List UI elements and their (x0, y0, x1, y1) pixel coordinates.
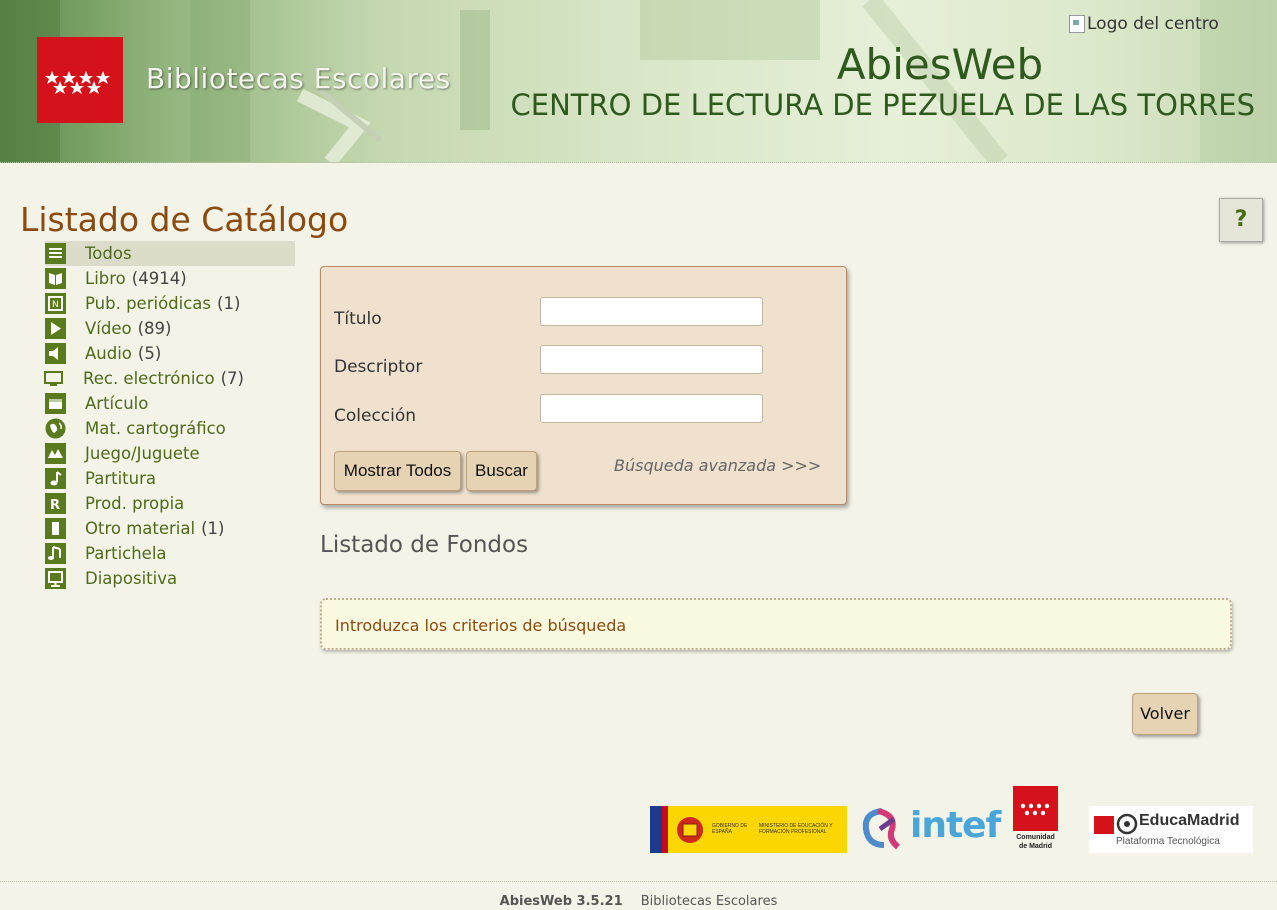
sidebar-item-count: (7) (220, 369, 244, 388)
cm-red-square (1013, 786, 1058, 831)
sidebar-item-articulo[interactable]: Artículo (45, 391, 295, 416)
gob-text-1: GOBIERNO DE ESPAÑA (712, 823, 748, 835)
sidebar-item-partichela[interactable]: Partichela (45, 541, 295, 566)
svg-text:N: N (52, 300, 59, 310)
sidebar-item-count: (1) (201, 519, 225, 538)
stars-icon (45, 71, 110, 94)
results-title: Listado de Fondos (320, 532, 529, 558)
music-note-icon (45, 468, 66, 489)
book-icon (45, 268, 66, 289)
stars-icon (1020, 803, 1050, 816)
cm-text: Comunidad de Madrid (1016, 834, 1055, 850)
sidebar-item-label: Libro (85, 269, 126, 288)
educa-gear-icon (1116, 813, 1138, 835)
sidebar-item-label: Rec. electrónico (83, 369, 215, 388)
search-notice: Introduzca los criterios de búsqueda (320, 598, 1232, 650)
article-icon (45, 393, 66, 414)
intef-text: intef (910, 805, 1001, 846)
sidebar-item-label: Partichela (85, 544, 167, 563)
game-icon (45, 443, 66, 464)
slide-icon (45, 568, 66, 589)
sidebar-item-label: Juego/Juguete (85, 444, 200, 463)
search-form: Título Descriptor Colección Mostrar Todo… (320, 266, 847, 505)
coleccion-label: Colección (334, 406, 417, 426)
monitor-icon (43, 368, 64, 389)
advanced-search-link[interactable]: Búsqueda avanzada >>> (614, 456, 821, 475)
footer-version: AbiesWeb 3.5.21 (499, 894, 623, 909)
sidebar-item-label: Todos (85, 244, 132, 263)
sidebar-item-otro-material[interactable]: Otro material (1) (45, 516, 295, 541)
sidebar-item-label: Artículo (85, 394, 149, 413)
sidebar-item-partitura[interactable]: Partitura (45, 466, 295, 491)
search-button[interactable]: Buscar (466, 451, 537, 491)
educa-text: EducaMadrid (1139, 812, 1240, 829)
descriptor-input[interactable] (540, 345, 763, 374)
gob-text-2: MINISTERIO DE EDUCACIÓN Y FORMACIÓN PROF… (759, 823, 833, 835)
titulo-input[interactable] (540, 297, 763, 326)
sidebar-item-label: Diapositiva (85, 569, 178, 588)
center-title: CENTRO DE LECTURA DE PEZUELA DE LAS TORR… (510, 88, 1255, 122)
sidebar-item-diapositiva[interactable]: Diapositiva (45, 566, 295, 591)
educamadrid-logo[interactable]: EducaMadrid Plataforma Tecnológica (1089, 806, 1253, 853)
help-button[interactable]: ? (1219, 198, 1263, 242)
comunidad-madrid-logo (37, 37, 123, 123)
broken-image-icon (1069, 15, 1085, 33)
stack-icon (45, 243, 66, 264)
brand-name: Bibliotecas Escolares (146, 62, 451, 95)
footer-text: Bibliotecas Escolares (640, 894, 778, 909)
box-icon (45, 518, 66, 539)
catalog-sidebar: Todos Libro (4914) N Pub. periódicas (1)… (43, 241, 295, 591)
sidebar-item-prod-propia[interactable]: R Prod. propia (45, 491, 295, 516)
sidebar-item-count: (89) (137, 319, 172, 338)
coleccion-input[interactable] (540, 394, 763, 423)
speaker-icon (45, 343, 66, 364)
svg-text:R: R (50, 498, 60, 513)
center-logo-alt: Logo del centro (1087, 14, 1219, 34)
play-icon (45, 318, 66, 339)
sidebar-item-video[interactable]: Vídeo (89) (45, 316, 295, 341)
sidebar-item-label: Vídeo (85, 319, 132, 338)
center-logo: Logo del centro (1069, 14, 1219, 34)
intef-logo[interactable]: intef (860, 805, 1001, 853)
footer-divider (0, 881, 1277, 882)
notes-icon (45, 543, 66, 564)
sidebar-item-juego[interactable]: Juego/Juguete (45, 441, 295, 466)
sidebar-item-count: (5) (137, 344, 162, 363)
sidebar-item-label: Audio (85, 344, 132, 363)
sidebar-item-label: Prod. propia (85, 494, 185, 513)
page-title: Listado de Catálogo (20, 200, 349, 239)
sidebar-item-label: Pub. periódicas (85, 294, 212, 313)
sidebar-item-count: (1) (217, 294, 241, 313)
sidebar-item-rec-electronico[interactable]: Rec. electrónico (7) (43, 366, 295, 391)
intef-symbol-icon (862, 808, 900, 850)
titulo-label: Título (334, 309, 382, 329)
gobierno-espana-logo[interactable]: GOBIERNO DE ESPAÑA MINISTERIO DE EDUCACI… (650, 806, 847, 853)
app-title: AbiesWeb (836, 40, 1044, 89)
header-banner: Bibliotecas Escolares Logo del centro Ab… (0, 0, 1277, 163)
sidebar-item-label: Otro material (85, 519, 196, 538)
back-button[interactable]: Volver (1132, 693, 1198, 735)
educa-subtext: Plataforma Tecnológica (1116, 836, 1220, 847)
sidebar-item-mat-cartografico[interactable]: Mat. cartográfico (45, 416, 295, 441)
sidebar-item-libro[interactable]: Libro (4914) (45, 266, 295, 291)
show-all-button[interactable]: Mostrar Todos (334, 451, 461, 491)
comunidad-madrid-footer-logo[interactable]: Comunidad de Madrid (1013, 786, 1058, 852)
sidebar-item-label: Partitura (85, 469, 156, 488)
sidebar-item-label: Mat. cartográfico (85, 419, 226, 438)
footer: AbiesWeb 3.5.21 Bibliotecas Escolares (0, 894, 1277, 909)
sidebar-item-audio[interactable]: Audio (5) (45, 341, 295, 366)
r-letter-icon: R (45, 493, 66, 514)
globe-icon (45, 418, 66, 439)
sidebar-item-count: (4914) (131, 269, 187, 288)
descriptor-label: Descriptor (334, 357, 423, 377)
newspaper-icon: N (45, 293, 66, 314)
sidebar-item-pub-periodicas[interactable]: N Pub. periódicas (1) (45, 291, 295, 316)
sidebar-item-todos[interactable]: Todos (45, 241, 295, 266)
educa-red-icon (1094, 816, 1114, 834)
